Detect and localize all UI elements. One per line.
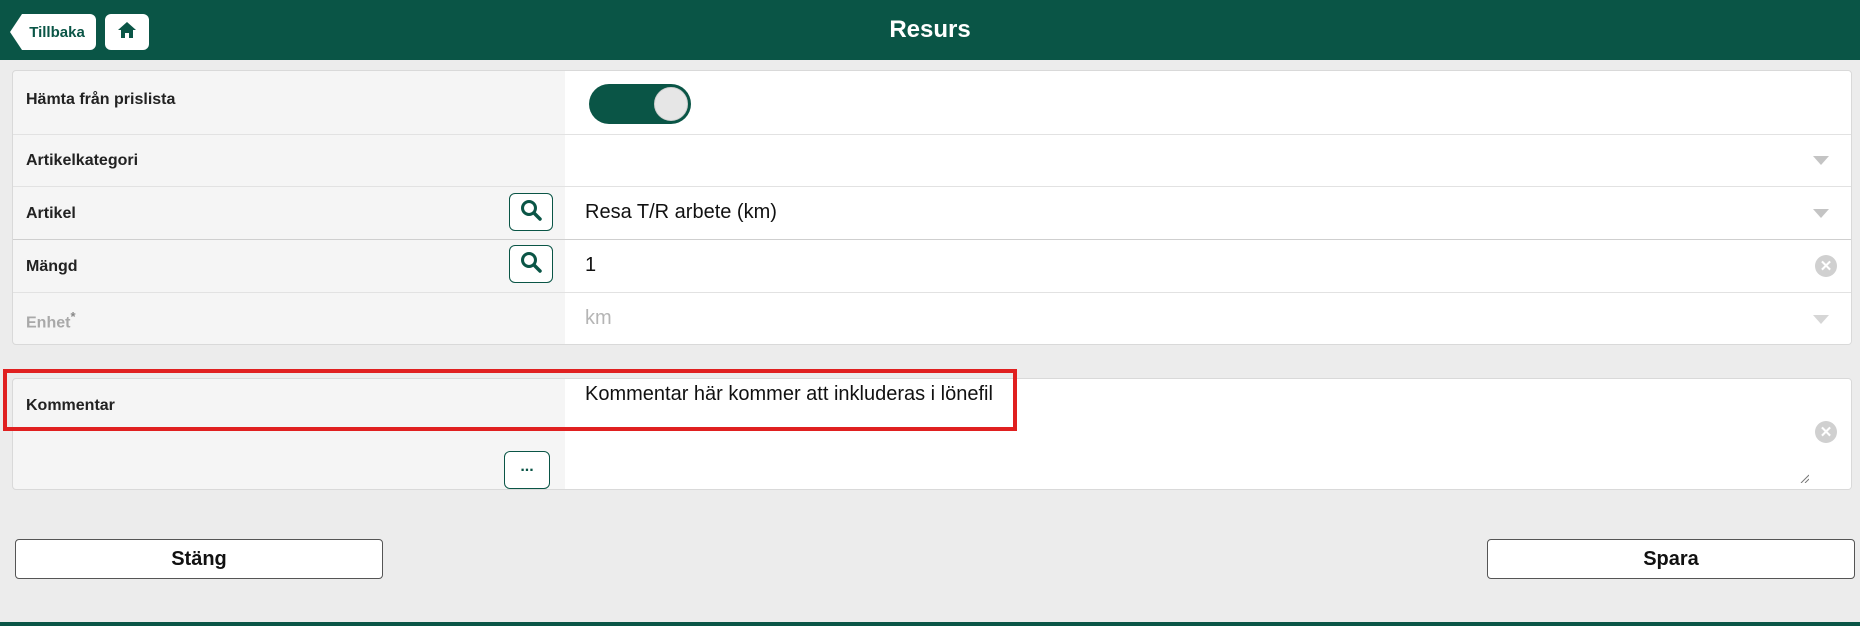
- comment-panel: Kommentar ... Kommentar här kommer att i…: [12, 378, 1852, 490]
- clear-comment-button[interactable]: ✕: [1815, 421, 1837, 443]
- close-icon: ✕: [1819, 424, 1833, 441]
- save-button[interactable]: Spara: [1487, 539, 1855, 579]
- toggle-knob: [654, 87, 688, 121]
- footer-line: [0, 622, 1860, 626]
- back-button[interactable]: Tillbaka: [10, 14, 96, 50]
- close-icon: ✕: [1819, 258, 1833, 275]
- unit-value: km: [585, 307, 612, 329]
- resize-handle-icon[interactable]: [1799, 473, 1809, 483]
- article-category-row: Artikelkategori: [13, 135, 1851, 187]
- fetch-pricelist-label: Hämta från prislista: [26, 91, 176, 108]
- search-icon: [520, 251, 542, 278]
- chevron-down-icon: [1813, 156, 1829, 165]
- chevron-down-icon: [1813, 315, 1829, 324]
- unit-label-text: Enhet: [26, 314, 71, 332]
- quantity-value: 1: [585, 254, 597, 276]
- unit-select[interactable]: km: [565, 293, 1851, 344]
- home-button[interactable]: [105, 14, 149, 50]
- article-category-label: Artikelkategori: [26, 152, 139, 169]
- fetch-pricelist-value-area: [565, 71, 1851, 134]
- article-value: Resa T/R arbete (km): [585, 201, 777, 223]
- clear-quantity-button[interactable]: ✕: [1815, 255, 1837, 277]
- resource-form: Hämta från prislista Artikelkategori Art…: [12, 70, 1852, 345]
- article-label: Artikel: [26, 205, 76, 222]
- article-select[interactable]: Resa T/R arbete (km): [565, 187, 1851, 239]
- fetch-pricelist-toggle[interactable]: [589, 84, 691, 124]
- unit-row: Enhet* km: [13, 293, 1851, 344]
- quantity-input[interactable]: 1 ✕: [565, 240, 1851, 292]
- comment-text: Kommentar här kommer att inkluderas i lö…: [585, 383, 993, 405]
- article-search-button[interactable]: [509, 193, 553, 231]
- fetch-pricelist-row: Hämta från prislista: [13, 71, 1851, 135]
- comment-label: Kommentar: [26, 397, 115, 414]
- app-header: Resurs Tillbaka: [0, 0, 1860, 60]
- required-mark: *: [70, 309, 76, 324]
- close-button[interactable]: Stäng: [15, 539, 383, 579]
- unit-label: Enhet*: [26, 309, 76, 332]
- home-icon: [117, 21, 137, 44]
- quantity-search-button[interactable]: [509, 245, 553, 283]
- article-row: Artikel Resa T/R arbete (km): [13, 187, 1851, 240]
- page-title: Resurs: [889, 16, 971, 43]
- quantity-row: Mängd 1 ✕: [13, 240, 1851, 293]
- quantity-label: Mängd: [26, 258, 78, 275]
- chevron-down-icon: [1813, 209, 1829, 218]
- article-category-select[interactable]: [565, 135, 1851, 186]
- search-icon: [520, 199, 542, 226]
- comment-textarea[interactable]: Kommentar här kommer att inkluderas i lö…: [565, 379, 1851, 489]
- comment-more-button[interactable]: ...: [504, 451, 550, 489]
